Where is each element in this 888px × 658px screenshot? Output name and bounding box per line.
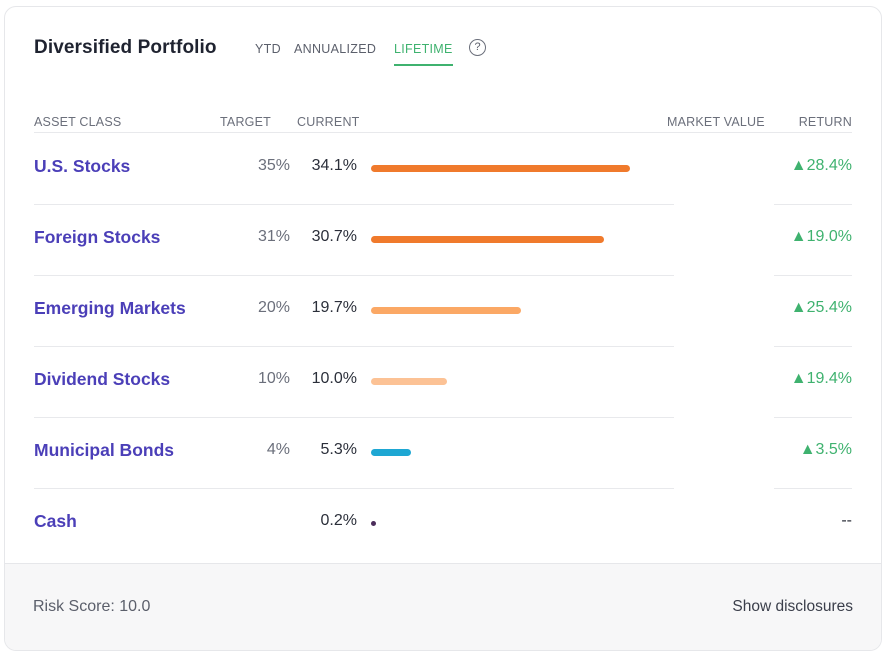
current-value: 5.3%	[320, 441, 357, 458]
return-value: ▲25.4%	[790, 299, 852, 316]
card-footer: Risk Score: 10.0 Show disclosures	[5, 563, 881, 650]
show-disclosures-link[interactable]: Show disclosures	[732, 598, 853, 616]
asset-class-link[interactable]: Foreign Stocks	[34, 227, 160, 248]
table-row[interactable]: Foreign Stocks 31% 30.7% ▲19.0%	[34, 204, 852, 275]
column-current: CURRENT	[297, 115, 360, 129]
table-row[interactable]: Dividend Stocks 10% 10.0% ▲19.4%	[34, 346, 852, 417]
asset-class-link[interactable]: Dividend Stocks	[34, 369, 170, 390]
asset-class-link[interactable]: Emerging Markets	[34, 298, 186, 319]
tab-lifetime[interactable]: LIFETIME	[394, 42, 453, 66]
column-target: TARGET	[220, 115, 271, 129]
target-value: 10%	[257, 370, 290, 387]
asset-class-link[interactable]: U.S. Stocks	[34, 156, 130, 177]
column-return: RETURN	[798, 115, 852, 129]
return-value: ▲19.0%	[790, 228, 852, 245]
tab-ytd[interactable]: YTD	[255, 42, 281, 56]
tab-annualized[interactable]: ANNUALIZED	[294, 42, 376, 56]
allocation-bar	[371, 236, 604, 243]
return-value: ▲28.4%	[790, 157, 852, 174]
asset-class-link[interactable]: Municipal Bonds	[34, 440, 174, 461]
target-value: 20%	[257, 299, 290, 316]
current-value: 10.0%	[311, 370, 357, 387]
card-header: Diversified Portfolio YTD ANNUALIZED LIF…	[34, 37, 851, 75]
return-value: ▲3.5%	[799, 441, 852, 458]
table-row[interactable]: U.S. Stocks 35% 34.1% ▲28.4%	[34, 133, 852, 204]
column-asset-class: ASSET CLASS	[34, 115, 122, 129]
allocation-bar	[371, 378, 447, 385]
return-value: ▲19.4%	[790, 370, 852, 387]
asset-class-link[interactable]: Cash	[34, 511, 77, 532]
portfolio-card: Diversified Portfolio YTD ANNUALIZED LIF…	[4, 6, 882, 651]
current-value: 0.2%	[320, 512, 357, 529]
current-value: 30.7%	[311, 228, 357, 245]
current-value: 19.7%	[311, 299, 357, 316]
allocation-bar	[371, 307, 521, 314]
current-value: 34.1%	[311, 157, 357, 174]
allocation-bar	[371, 165, 630, 172]
target-value: 4%	[266, 441, 290, 458]
portfolio-title: Diversified Portfolio	[34, 37, 217, 58]
table-row[interactable]: Municipal Bonds 4% 5.3% ▲3.5%	[34, 417, 852, 488]
table-row[interactable]: Cash 0.2% --	[34, 488, 852, 559]
target-value: 35%	[257, 157, 290, 174]
risk-score: Risk Score: 10.0	[33, 598, 151, 615]
return-value: --	[841, 512, 852, 529]
allocation-bar	[371, 449, 411, 456]
target-value: 31%	[257, 228, 290, 245]
help-icon[interactable]: ?	[469, 39, 486, 56]
table-row[interactable]: Emerging Markets 20% 19.7% ▲25.4%	[34, 275, 852, 346]
column-market-value: MARKET VALUE	[667, 115, 765, 129]
allocation-dot	[371, 521, 376, 526]
